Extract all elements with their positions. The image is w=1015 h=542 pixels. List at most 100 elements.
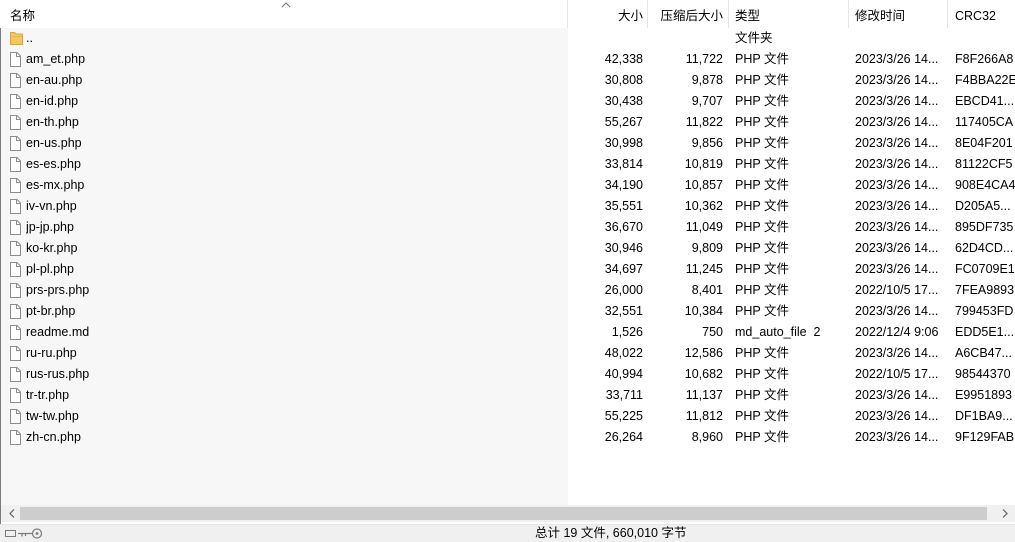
column-header-modified[interactable]: 修改时间 [849, 0, 948, 28]
crc32-value: F4BBA22E [955, 73, 1015, 87]
file-icon [10, 115, 24, 130]
packed-size: 10,682 [684, 367, 723, 381]
file-type: 文件夹 [735, 31, 773, 45]
file-type: PHP 文件 [735, 346, 789, 360]
file-type: PHP 文件 [735, 388, 789, 402]
file-size: 48,022 [604, 346, 643, 360]
modified-time: 2023/3/26 14... [855, 199, 939, 213]
status-summary: 总计 19 文件, 660,010 字节 [535, 526, 687, 540]
file-row[interactable]: jp-jp.php 36,670 11,049 PHP 文件 2023/3/26… [0, 217, 1015, 238]
file-type: PHP 文件 [735, 367, 789, 381]
file-type: PHP 文件 [735, 73, 789, 87]
file-icon [10, 94, 24, 109]
packed-size: 750 [702, 325, 723, 339]
column-header-name[interactable]: 名称 [1, 0, 568, 28]
file-icon [10, 220, 24, 235]
file-name: am_et.php [26, 52, 86, 66]
file-row[interactable]: pl-pl.php 34,697 11,245 PHP 文件 2023/3/26… [0, 259, 1015, 280]
packed-size: 8,960 [691, 430, 723, 444]
chevron-up-icon [281, 2, 291, 8]
file-row[interactable]: es-es.php 33,814 10,819 PHP 文件 2023/3/26… [0, 154, 1015, 175]
file-type: PHP 文件 [735, 94, 789, 108]
file-type: PHP 文件 [735, 241, 789, 255]
file-name: en-th.php [26, 115, 79, 129]
file-size: 34,697 [604, 262, 643, 276]
modified-time: 2022/10/5 17... [855, 367, 939, 381]
modified-time [849, 28, 948, 49]
crc32-value: 8E04F201 [955, 136, 1013, 150]
parent-folder-row[interactable]: .. 文件夹 [0, 28, 1015, 49]
file-row[interactable]: en-th.php 55,267 11,822 PHP 文件 2023/3/26… [0, 112, 1015, 133]
chevron-right-icon[interactable] [996, 505, 1013, 522]
file-type: PHP 文件 [735, 136, 789, 150]
file-icon [10, 52, 24, 67]
file-row[interactable]: en-id.php 30,438 9,707 PHP 文件 2023/3/26 … [0, 91, 1015, 112]
crc32-value: F8F266A8 [955, 52, 1014, 66]
file-name: iv-vn.php [26, 199, 77, 213]
file-size: 35,551 [604, 199, 643, 213]
chevron-left-icon[interactable] [3, 505, 20, 522]
file-row[interactable]: prs-prs.php 26,000 8,401 PHP 文件 2022/10/… [0, 280, 1015, 301]
file-row[interactable]: pt-br.php 32,551 10,384 PHP 文件 2023/3/26… [0, 301, 1015, 322]
file-row[interactable]: en-au.php 30,808 9,878 PHP 文件 2023/3/26 … [0, 70, 1015, 91]
crc32-value: 799453FD [955, 304, 1014, 318]
scrollbar-track[interactable] [20, 505, 997, 522]
file-name: en-id.php [26, 94, 79, 108]
packed-size: 11,049 [685, 220, 723, 234]
crc32-value: 62D4CD... [955, 241, 1014, 255]
column-header-type[interactable]: 类型 [729, 0, 849, 28]
file-type: PHP 文件 [735, 283, 789, 297]
file-name: jp-jp.php [26, 220, 74, 234]
column-header-crc32[interactable]: CRC32 [948, 0, 1015, 28]
crc32-value [948, 28, 1015, 49]
modified-time: 2022/10/5 17... [855, 283, 939, 297]
file-row[interactable]: tr-tr.php 33,711 11,137 PHP 文件 2023/3/26… [0, 385, 1015, 406]
file-name: ko-kr.php [26, 241, 78, 255]
file-row[interactable]: zh-cn.php 26,264 8,960 PHP 文件 2023/3/26 … [0, 427, 1015, 448]
column-header-modified-label: 修改时间 [855, 9, 906, 23]
packed-size: 11,245 [685, 262, 723, 276]
modified-time: 2023/3/26 14... [855, 346, 939, 360]
packed-size: 11,812 [685, 409, 723, 423]
modified-time: 2023/3/26 14... [855, 262, 939, 276]
file-icon [10, 346, 24, 361]
file-size: 30,438 [604, 94, 643, 108]
file-name: rus-rus.php [26, 367, 90, 381]
file-size [568, 28, 648, 49]
file-row[interactable]: en-us.php 30,998 9,856 PHP 文件 2023/3/26 … [0, 133, 1015, 154]
file-name: pt-br.php [26, 304, 76, 318]
file-icon [10, 136, 24, 151]
scrollbar-thumb[interactable] [20, 507, 987, 520]
modified-time: 2023/3/26 14... [855, 136, 939, 150]
file-row[interactable]: es-mx.php 34,190 10,857 PHP 文件 2023/3/26… [0, 175, 1015, 196]
packed-size: 9,809 [691, 241, 723, 255]
packed-size [648, 28, 729, 49]
column-header-size[interactable]: 大小 [568, 0, 648, 28]
file-row[interactable]: ru-ru.php 48,022 12,586 PHP 文件 2023/3/26… [0, 343, 1015, 364]
file-icon [10, 241, 24, 256]
file-name: es-es.php [26, 157, 81, 171]
file-icon [10, 325, 24, 340]
file-row[interactable]: iv-vn.php 35,551 10,362 PHP 文件 2023/3/26… [0, 196, 1015, 217]
file-size: 34,190 [604, 178, 643, 192]
crc32-value: FC0709E1 [955, 262, 1015, 276]
modified-time: 2023/3/26 14... [855, 52, 939, 66]
crc32-value: A6CB47... [955, 346, 1012, 360]
column-header-packed-size-label: 压缩后大小 [660, 9, 723, 23]
file-list: .. 文件夹 am_et.php 42,338 11,722 PHP 文件 20… [0, 28, 1015, 448]
file-row[interactable]: tw-tw.php 55,225 11,812 PHP 文件 2023/3/26… [0, 406, 1015, 427]
file-row[interactable]: am_et.php 42,338 11,722 PHP 文件 2023/3/26… [0, 49, 1015, 70]
modified-time: 2023/3/26 14... [855, 430, 939, 444]
folder-icon [10, 31, 24, 46]
file-size: 26,000 [604, 283, 643, 297]
file-row[interactable]: rus-rus.php 40,994 10,682 PHP 文件 2022/10… [0, 364, 1015, 385]
file-icon [10, 409, 24, 424]
horizontal-scrollbar[interactable] [1, 505, 1015, 522]
file-icon [10, 304, 24, 319]
file-name: ru-ru.php [26, 346, 77, 360]
file-row[interactable]: readme.md 1,526 750 md_auto_file 2 2022/… [0, 322, 1015, 343]
file-type: PHP 文件 [735, 430, 789, 444]
file-row[interactable]: ko-kr.php 30,946 9,809 PHP 文件 2023/3/26 … [0, 238, 1015, 259]
column-header-packed-size[interactable]: 压缩后大小 [648, 0, 729, 28]
crc32-value: 908E4CA4 [955, 178, 1015, 192]
